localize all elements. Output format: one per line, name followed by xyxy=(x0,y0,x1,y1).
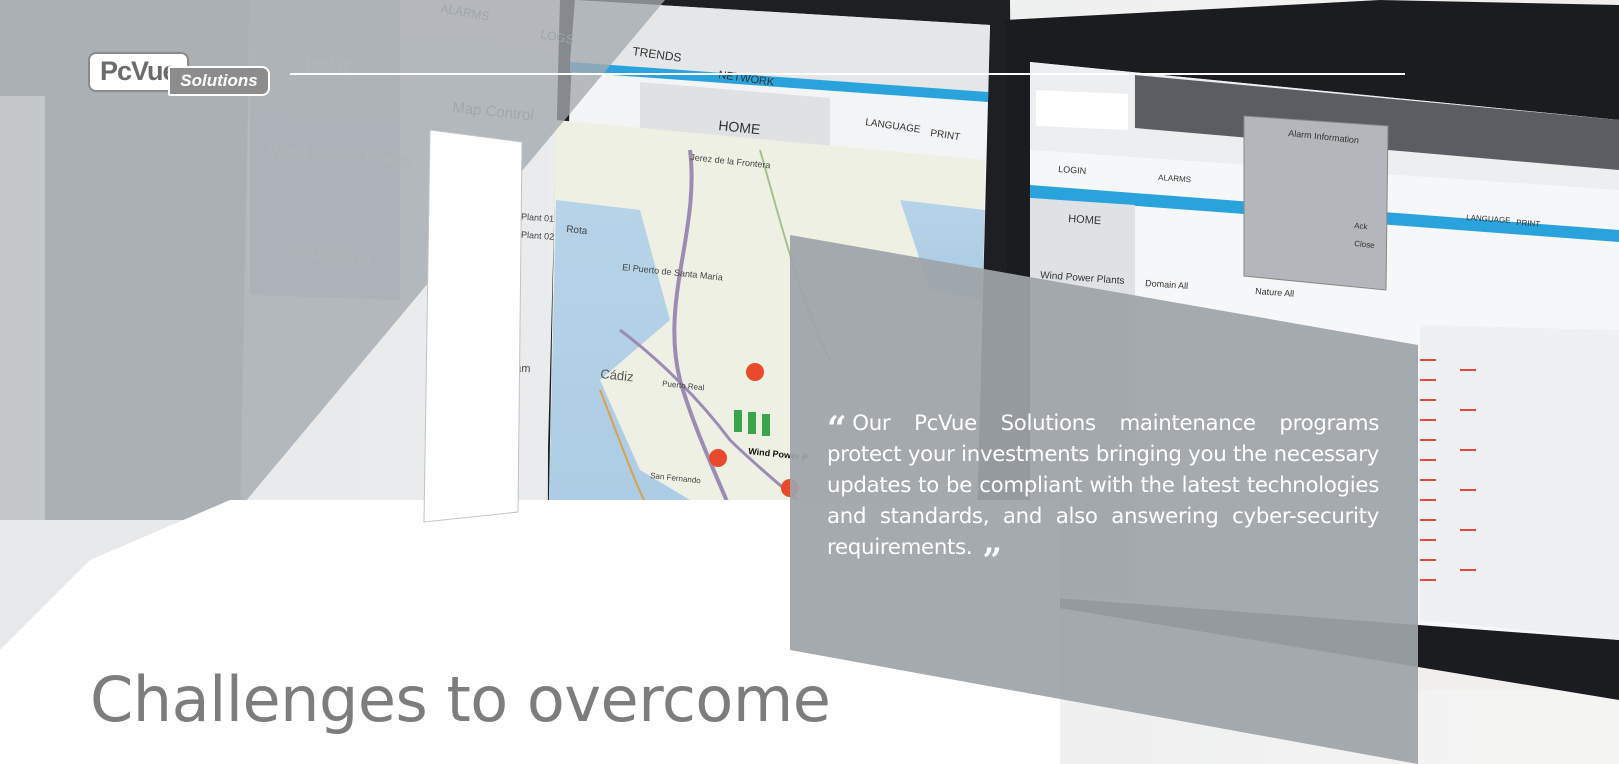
quote-text: Our PcVue Solutions maintenance programs… xyxy=(827,411,1379,560)
map-label-rota: Rota xyxy=(566,224,589,237)
right-screen-login: LOGIN xyxy=(1058,164,1087,176)
background-photo-montage: ALARMSLOGSTRENDSNETWORKLANGUAGEPRINTHOME… xyxy=(0,0,1619,764)
close-quote-mark: ” xyxy=(982,541,1002,581)
right-screen-print: PRINT xyxy=(1516,218,1541,229)
right-screen-sidebar-home: HOME xyxy=(1068,213,1102,227)
right-screen-dialog-ack: Ack xyxy=(1354,221,1369,231)
open-quote-mark: “ xyxy=(827,409,847,449)
header-divider xyxy=(290,73,1405,75)
quote-block: “Our PcVue Solutions maintenance program… xyxy=(827,408,1379,578)
page-heading: Challenges to overcome xyxy=(90,663,831,736)
logo-suffix: Solutions xyxy=(168,66,270,96)
